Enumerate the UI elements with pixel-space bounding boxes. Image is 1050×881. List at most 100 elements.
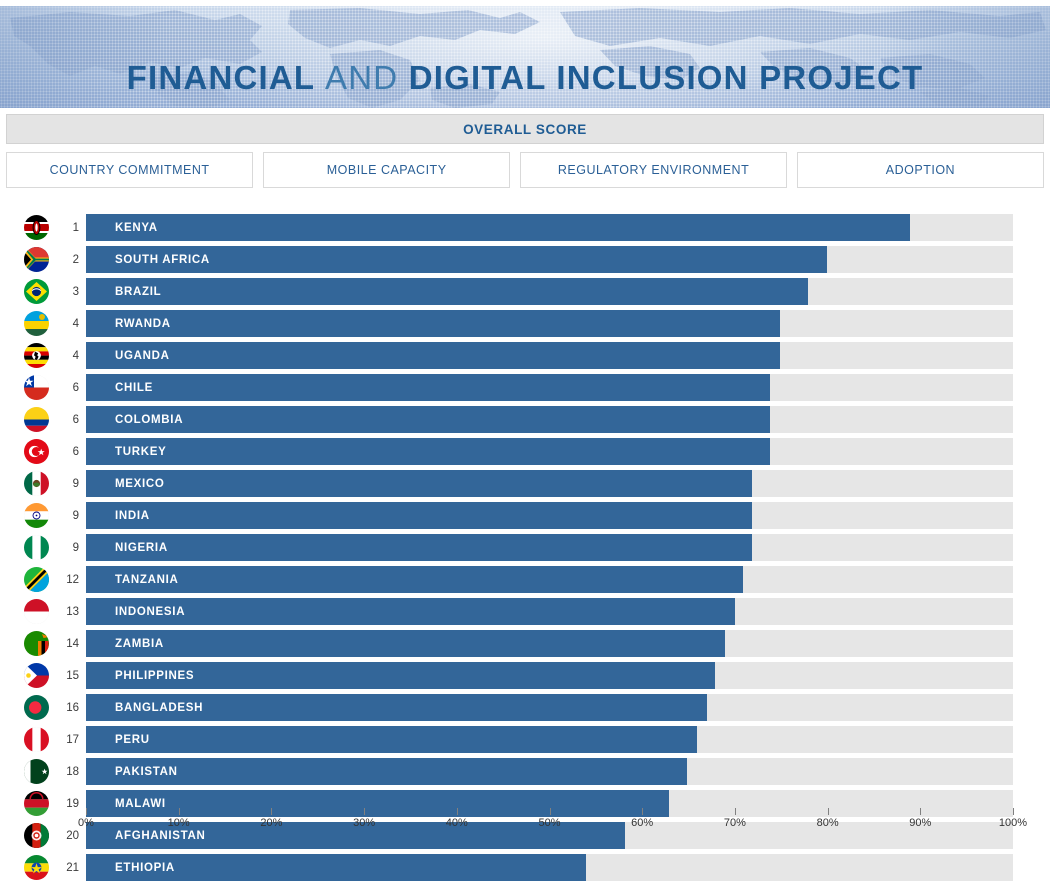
philippines-flag-icon xyxy=(24,663,49,688)
chart-row: 4 UGANDA xyxy=(0,342,1050,369)
chart-row: 17 PERU xyxy=(0,726,1050,753)
bar-track: COLOMBIA xyxy=(86,406,1013,433)
score-bar[interactable] xyxy=(86,726,697,753)
kenya-flag-icon xyxy=(24,215,49,240)
country-label: TURKEY xyxy=(115,445,167,458)
overall-score-header: OVERALL SCORE xyxy=(6,114,1044,144)
ethiopia-flag-icon xyxy=(24,855,49,880)
bar-track: BRAZIL xyxy=(86,278,1013,305)
score-bar[interactable] xyxy=(86,278,809,305)
tick-label: 0% xyxy=(78,817,94,829)
bar-track: CHILE xyxy=(86,374,1013,401)
colombia-flag-icon xyxy=(24,407,49,432)
country-label: PERU xyxy=(115,733,150,746)
chart-row: 12 TANZANIA xyxy=(0,566,1050,593)
category-tabs: COUNTRY COMMITMENT MOBILE CAPACITY REGUL… xyxy=(6,152,1044,188)
tick-label: 20% xyxy=(260,817,283,829)
country-label: KENYA xyxy=(115,221,158,234)
chart-row: 9 NIGERIA xyxy=(0,534,1050,561)
country-label: NIGERIA xyxy=(115,541,168,554)
country-label: ETHIOPIA xyxy=(115,861,175,874)
rank-number: 6 xyxy=(72,445,79,458)
chart-row: 6 TURKEY xyxy=(0,438,1050,465)
tab-adoption[interactable]: ADOPTION xyxy=(796,152,1044,188)
indonesia-flag-icon xyxy=(24,599,49,624)
country-label: BRAZIL xyxy=(115,285,162,298)
tick-label: 50% xyxy=(538,817,561,829)
rwanda-flag-icon xyxy=(24,311,49,336)
bar-track: BANGLADESH xyxy=(86,694,1013,721)
rank-number: 2 xyxy=(72,253,79,266)
tick-mark xyxy=(86,808,87,815)
zambia-flag-icon xyxy=(24,631,49,656)
tick-mark xyxy=(456,808,458,815)
score-bar[interactable] xyxy=(86,310,781,337)
score-bar[interactable] xyxy=(86,470,752,497)
chart-row: 18 PAKISTAN xyxy=(0,758,1050,785)
tick-label: 90% xyxy=(909,817,932,829)
country-label: INDONESIA xyxy=(115,605,186,618)
rank-number: 14 xyxy=(66,637,79,650)
tick-label: 30% xyxy=(353,817,376,829)
chart-row: 9 MEXICO xyxy=(0,470,1050,497)
rank-number: 9 xyxy=(72,477,79,490)
chile-flag-icon xyxy=(24,375,49,400)
page-title: FINANCIAL AND DIGITAL INCLUSION PROJECT xyxy=(0,61,1050,94)
ranking-bar-chart: 1 KENYA 2 SOUTH AFRICA 3 BRAZIL 4 RWANDA 4 UGANDA… xyxy=(0,214,1050,881)
chart-row: 15 PHILIPPINES xyxy=(0,662,1050,689)
pakistan-flag-icon xyxy=(24,759,49,784)
header-banner: FINANCIAL AND DIGITAL INCLUSION PROJECT xyxy=(0,6,1050,108)
tick-label: 70% xyxy=(723,817,746,829)
chart-row: 1 KENYA xyxy=(0,214,1050,241)
tick-label: 80% xyxy=(816,817,839,829)
bar-track: INDIA xyxy=(86,502,1013,529)
tab-mobile-capacity[interactable]: MOBILE CAPACITY xyxy=(263,152,511,188)
country-label: INDIA xyxy=(115,509,150,522)
rank-number: 16 xyxy=(66,701,79,714)
country-label: MALAWI xyxy=(115,797,166,810)
rank-number: 4 xyxy=(72,317,79,330)
tick-label: 40% xyxy=(445,817,468,829)
country-label: PHILIPPINES xyxy=(115,669,195,682)
tick-mark xyxy=(827,808,829,815)
score-bar[interactable] xyxy=(86,342,781,369)
south-africa-flag-icon xyxy=(24,247,49,272)
score-bar[interactable] xyxy=(86,566,744,593)
score-bar[interactable] xyxy=(86,214,911,241)
score-bar[interactable] xyxy=(86,630,725,657)
tick-mark xyxy=(364,808,366,815)
tick-mark xyxy=(271,808,273,815)
chart-row: 6 CHILE xyxy=(0,374,1050,401)
tab-country-commitment[interactable]: COUNTRY COMMITMENT xyxy=(6,152,254,188)
score-bar[interactable] xyxy=(86,502,752,529)
score-bar[interactable] xyxy=(86,438,771,465)
score-bar[interactable] xyxy=(86,374,771,401)
bar-track: ZAMBIA xyxy=(86,630,1013,657)
tanzania-flag-icon xyxy=(24,567,49,592)
bar-track: MEXICO xyxy=(86,470,1013,497)
score-bar[interactable] xyxy=(86,534,752,561)
rank-number: 12 xyxy=(66,573,79,586)
score-bar[interactable] xyxy=(86,406,771,433)
mexico-flag-icon xyxy=(24,471,49,496)
rank-number: 6 xyxy=(72,381,79,394)
title-and: AND xyxy=(325,59,409,96)
chart-row: 6 COLOMBIA xyxy=(0,406,1050,433)
country-label: COLOMBIA xyxy=(115,413,184,426)
title-financial: FINANCIAL xyxy=(126,59,326,96)
country-label: RWANDA xyxy=(115,317,171,330)
rank-number: 3 xyxy=(72,285,79,298)
chart-row: 14 ZAMBIA xyxy=(0,630,1050,657)
bar-track: INDONESIA xyxy=(86,598,1013,625)
chart-row: 16 BANGLADESH xyxy=(0,694,1050,721)
rank-number: 1 xyxy=(72,221,79,234)
bar-track: KENYA xyxy=(86,214,1013,241)
tick-mark xyxy=(642,808,644,815)
uganda-flag-icon xyxy=(24,343,49,368)
tab-regulatory-environment[interactable]: REGULATORY ENVIRONMENT xyxy=(520,152,787,188)
chart-row: 21 ETHIOPIA xyxy=(0,854,1050,881)
chart-row: 4 RWANDA xyxy=(0,310,1050,337)
chart-row: 9 INDIA xyxy=(0,502,1050,529)
rank-number: 15 xyxy=(66,669,79,682)
bar-track: PERU xyxy=(86,726,1013,753)
